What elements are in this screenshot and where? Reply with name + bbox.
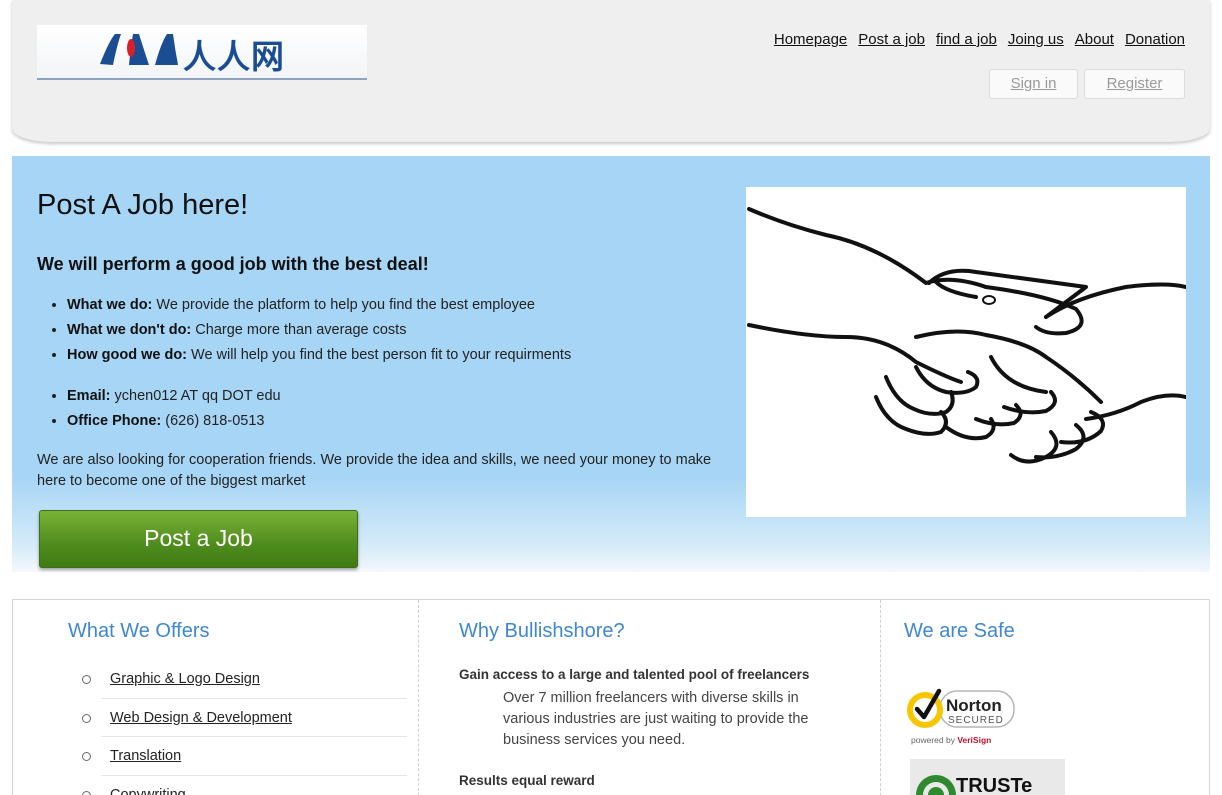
offer-link-translation[interactable]: Translation <box>110 748 181 764</box>
cooperation-text: We are also looking for cooperation frie… <box>37 452 712 489</box>
nav-find-a-job[interactable]: find a job <box>936 31 997 48</box>
why-title: Why Bullishshore? <box>459 620 625 642</box>
post-a-job-button[interactable]: Post a Job <box>39 510 358 568</box>
handshake-image <box>746 187 1188 517</box>
info-panels: What We Offers Graphic & Logo Design Web… <box>12 599 1210 795</box>
why-point-title: Gain access to a large and talented pool… <box>459 667 810 682</box>
contact-item: Email: ychen012 AT qq DOT edu <box>67 384 281 409</box>
hero-title: Post A Job here! <box>37 189 249 221</box>
contact-list: Email: ychen012 AT qq DOT edu Office Pho… <box>67 384 281 434</box>
offer-link-copywriting[interactable]: Copywriting <box>110 787 186 795</box>
offers-panel: What We Offers Graphic & Logo Design Web… <box>13 600 419 795</box>
list-item: Translation <box>82 737 407 776</box>
contact-item: Office Phone: (626) 818-0513 <box>67 409 281 434</box>
norton-name: Norton <box>946 696 1002 715</box>
contact-label: Office Phone: <box>67 413 162 429</box>
list-item: Copywriting <box>82 776 407 795</box>
feature-item: How good we do: We will help you find th… <box>67 343 571 368</box>
feature-label: How good we do: <box>67 347 188 363</box>
norton-powered-text: powered by <box>911 735 958 745</box>
nav-donation[interactable]: Donation <box>1125 31 1185 48</box>
contact-email: ychen012 AT qq DOT edu <box>110 388 281 404</box>
feature-text: We will help you find the best person fi… <box>187 347 572 363</box>
feature-label: What we do: <box>67 297 153 313</box>
safe-title: We are Safe <box>904 620 1015 642</box>
hero-section: Post A Job here! We will perform a good … <box>12 156 1210 572</box>
offers-list: Graphic & Logo Design Web Design & Devel… <box>82 660 407 795</box>
sign-in-button[interactable]: Sign in <box>989 69 1078 99</box>
truste-name: TRUSTe <box>956 775 1033 795</box>
site-header: 人人网 Homepage Post a job find a job Joing… <box>12 0 1210 142</box>
feature-item: What we don't do: Charge more than avera… <box>67 318 571 343</box>
norton-secured-badge[interactable]: Norton SECURED powered by VeriSign <box>904 684 1024 748</box>
nav-about[interactable]: About <box>1075 31 1114 48</box>
top-nav: Homepage Post a job find a job Joing us … <box>774 31 1185 48</box>
handshake-icon <box>747 207 1188 464</box>
site-logo[interactable]: 人人网 <box>37 25 367 80</box>
safe-panel: We are Safe Norton SECURED powered by Ve… <box>881 600 1211 795</box>
truste-badge[interactable]: TRUSTe <box>910 759 1065 795</box>
offers-title: What We Offers <box>68 620 210 642</box>
feature-list: What we do: We provide the platform to h… <box>67 293 571 368</box>
why-point-text: Over 7 million freelancers with diverse … <box>503 690 809 748</box>
offer-link-graphic-logo-design[interactable]: Graphic & Logo Design <box>110 671 260 687</box>
nav-joing-us[interactable]: Joing us <box>1008 31 1064 48</box>
why-point-title: Results equal reward <box>459 773 595 788</box>
contact-phone: (626) 818-0513 <box>161 413 265 429</box>
list-item: Web Design & Development <box>82 699 407 737</box>
hero-subtitle: We will perform a good job with the best… <box>37 254 429 274</box>
verisign-brand: VeriSign <box>957 735 992 745</box>
auth-buttons: Sign in Register <box>989 69 1185 99</box>
contact-label: Email: <box>67 388 111 404</box>
feature-text: Charge more than average costs <box>191 322 407 338</box>
list-item: Graphic & Logo Design <box>82 660 407 699</box>
why-panel: Why Bullishshore? Gain access to a large… <box>419 600 881 795</box>
truste-seal-icon <box>916 775 956 795</box>
renren-people-icon <box>100 34 178 65</box>
nav-homepage[interactable]: Homepage <box>774 31 847 48</box>
feature-text: We provide the platform to help you find… <box>152 297 535 313</box>
norton-secured: SECURED <box>948 715 1004 726</box>
feature-item: What we do: We provide the platform to h… <box>67 293 571 318</box>
nav-post-a-job[interactable]: Post a job <box>858 31 925 48</box>
offer-link-web-design-development[interactable]: Web Design & Development <box>110 710 292 726</box>
feature-label: What we don't do: <box>67 322 192 338</box>
register-button[interactable]: Register <box>1084 69 1185 99</box>
logo-text: 人人网 <box>183 37 285 76</box>
norton-powered-by: powered by VeriSign <box>911 735 991 745</box>
